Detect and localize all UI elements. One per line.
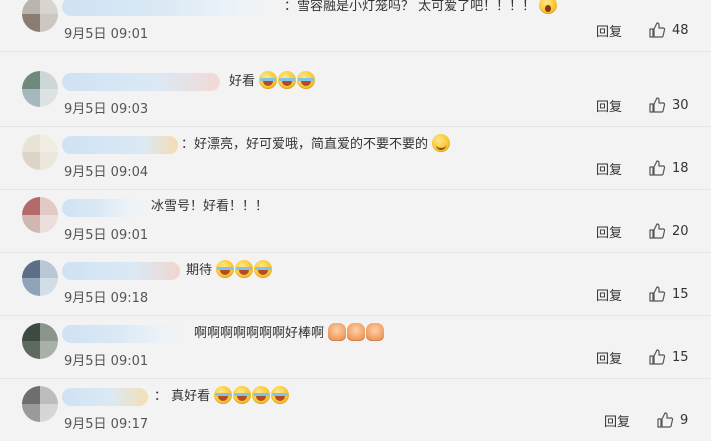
comment-item: ：好漂亮，好可爱哦，简直爱的不要不要的 9月5日 09:04 回复 18: [0, 126, 711, 190]
like-count: 48: [672, 22, 689, 38]
crying-face-icon: [233, 386, 252, 404]
comment-text: 啊啊啊啊啊啊啊好棒啊: [194, 323, 385, 344]
avatar[interactable]: [22, 323, 58, 359]
like-button[interactable]: 15: [648, 285, 689, 303]
comment-item: 期待 9月5日 09:18 回复 15: [0, 252, 711, 316]
comment-text-content: ：好漂亮，好可爱哦，简直爱的不要不要的: [181, 137, 429, 152]
username-blurred[interactable]: [62, 0, 282, 16]
crying-face-icon: [235, 260, 254, 278]
like-button[interactable]: 30: [648, 96, 689, 114]
comment-date: 9月5日 09:01: [64, 27, 149, 42]
comment-date: 9月5日 09:17: [64, 417, 149, 432]
comment-text-content: ：雪容融是小灯笼吗？ 太可爱了吧！！！！: [284, 0, 536, 14]
like-count: 30: [672, 97, 689, 113]
avatar[interactable]: [22, 71, 58, 107]
username-blurred[interactable]: [62, 199, 146, 217]
like-button[interactable]: 48: [648, 21, 689, 39]
reply-button[interactable]: 回复: [596, 285, 622, 304]
thumbs-up-icon: [649, 286, 666, 302]
avatar[interactable]: [22, 260, 58, 296]
smile-face-icon: [432, 134, 451, 152]
comment-item: 好看 9月5日 09:03 回复 30: [0, 63, 711, 127]
comment-item: ：雪容融是小灯笼吗？ 太可爱了吧！！！！ 9月5日 09:01 回复 48: [0, 0, 711, 52]
crying-face-icon: [278, 71, 297, 89]
comment-text: 期待: [186, 260, 273, 281]
reply-button[interactable]: 回复: [596, 222, 622, 241]
comment-text-content: 期待: [186, 263, 213, 278]
crying-face-icon: [297, 71, 316, 89]
crying-face-icon: [216, 260, 235, 278]
like-count: 9: [680, 412, 689, 428]
like-button[interactable]: 18: [648, 159, 689, 177]
crying-face-icon: [254, 260, 273, 278]
comment-text: ： 真好看: [154, 386, 290, 407]
thumbs-up-icon: [649, 349, 666, 365]
like-button[interactable]: 20: [648, 222, 689, 240]
reply-button[interactable]: 回复: [604, 411, 630, 430]
username-blurred[interactable]: [62, 262, 180, 280]
reply-button[interactable]: 回复: [596, 159, 622, 178]
comment-date: 9月5日 09:04: [64, 165, 149, 180]
clapping-hands-icon: [328, 323, 347, 341]
like-button[interactable]: 15: [648, 348, 689, 366]
comment-date: 9月5日 09:01: [64, 228, 149, 243]
comment-text: ：好漂亮，好可爱哦，简直爱的不要不要的: [181, 134, 451, 155]
comment-text-content: ： 真好看: [154, 389, 211, 404]
crying-face-icon: [214, 386, 233, 404]
clapping-hands-icon: [366, 323, 385, 341]
crying-face-icon: [259, 71, 278, 89]
thumbs-up-icon: [649, 97, 666, 113]
avatar[interactable]: [22, 197, 58, 233]
thumbs-up-icon: [657, 412, 674, 428]
reply-button[interactable]: 回复: [596, 348, 622, 367]
thumbs-up-icon: [649, 160, 666, 176]
comment-item: 冰雪号！好看！！！ 9月5日 09:01 回复 20: [0, 189, 711, 253]
comment-text: 冰雪号！好看！！！: [151, 197, 268, 217]
comment-text-content: 啊啊啊啊啊啊啊好棒啊: [194, 326, 325, 341]
reply-button[interactable]: 回复: [596, 21, 622, 40]
comment-text: ：雪容融是小灯笼吗？ 太可爱了吧！！！！: [284, 0, 558, 17]
avatar[interactable]: [22, 0, 58, 32]
avatar[interactable]: [22, 134, 58, 170]
comment-text: 好看: [229, 71, 316, 92]
comment-text-content: 好看: [229, 74, 256, 89]
comment-date: 9月5日 09:01: [64, 354, 149, 369]
crying-face-icon: [252, 386, 271, 404]
like-count: 20: [672, 223, 689, 239]
like-button[interactable]: 9: [656, 411, 688, 429]
username-blurred[interactable]: [62, 325, 190, 343]
crying-face-icon: [271, 386, 290, 404]
comment-item: 啊啊啊啊啊啊啊好棒啊 9月5日 09:01 回复 15: [0, 315, 711, 379]
comment-date: 9月5日 09:18: [64, 291, 149, 306]
username-blurred[interactable]: [62, 73, 220, 91]
reply-button[interactable]: 回复: [596, 96, 622, 115]
clapping-hands-icon: [347, 323, 366, 341]
like-count: 15: [672, 286, 689, 302]
comment-item: ： 真好看 9月5日 09:17 回复 9: [0, 378, 711, 441]
thumbs-up-icon: [649, 22, 666, 38]
comment-text-content: 冰雪号！好看！！！: [151, 199, 269, 214]
shocked-face-icon: [539, 0, 558, 14]
username-blurred[interactable]: [62, 136, 178, 154]
like-count: 15: [672, 349, 689, 365]
username-blurred[interactable]: [62, 388, 148, 406]
thumbs-up-icon: [649, 223, 666, 239]
avatar[interactable]: [22, 386, 58, 422]
like-count: 18: [672, 160, 689, 176]
comment-date: 9月5日 09:03: [64, 102, 149, 117]
